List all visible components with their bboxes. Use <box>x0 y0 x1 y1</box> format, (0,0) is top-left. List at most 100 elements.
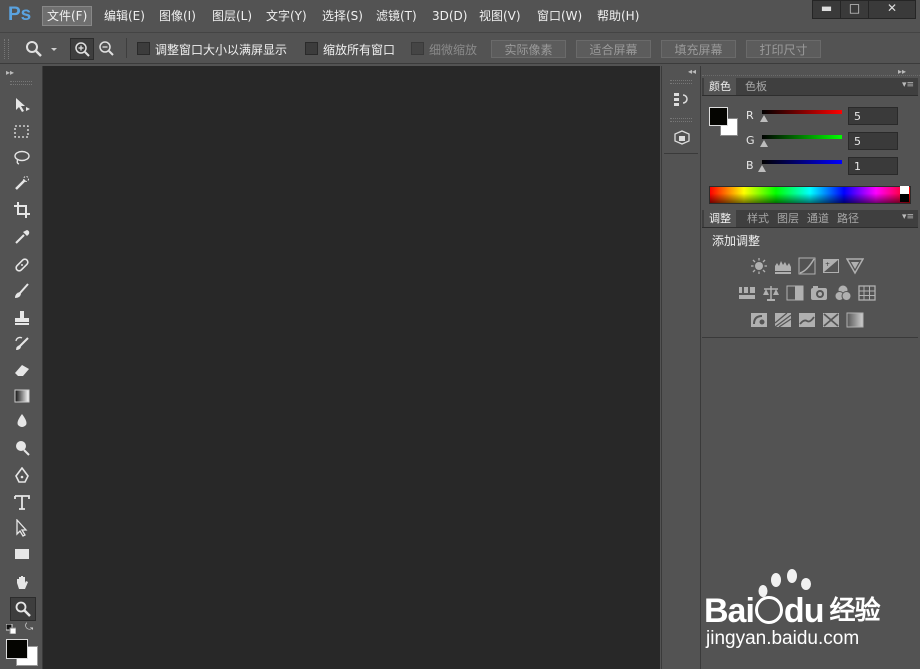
pen-tool[interactable] <box>10 465 34 487</box>
tab-color[interactable]: 颜色 <box>704 78 736 95</box>
hue-saturation-button[interactable] <box>738 284 756 302</box>
fit-screen-button[interactable]: 适合屏幕 <box>576 40 651 58</box>
posterize-button[interactable] <box>774 311 792 329</box>
gradient-tool[interactable] <box>10 385 34 407</box>
menu-image[interactable]: 图像(I) <box>155 7 200 25</box>
photo-filter-button[interactable] <box>810 284 828 302</box>
pen-icon <box>15 467 29 483</box>
menu-filter[interactable]: 滤镜(T) <box>372 7 421 25</box>
tab-paths[interactable]: 路径 <box>832 210 864 227</box>
quick-selection-tool[interactable] <box>10 173 34 195</box>
panel-grip-icon[interactable] <box>10 81 32 85</box>
zoom-tool[interactable] <box>10 597 36 621</box>
menu-help[interactable]: 帮助(H) <box>593 7 643 25</box>
white-swatch[interactable] <box>900 186 909 194</box>
blur-tool[interactable] <box>10 410 34 432</box>
invert-button[interactable] <box>750 311 768 329</box>
threshold-button[interactable] <box>798 311 816 329</box>
panel-menu-icon[interactable]: ▾≡ <box>902 212 914 222</box>
green-value-field[interactable]: 5 <box>848 132 898 150</box>
maximize-button[interactable]: □ <box>840 0 869 19</box>
color-lookup-button[interactable] <box>858 284 876 302</box>
scrubby-zoom-checkbox[interactable] <box>411 42 424 55</box>
brush-tool[interactable] <box>10 280 34 302</box>
black-white-button[interactable] <box>786 284 804 302</box>
vibrance-button[interactable] <box>845 257 865 275</box>
zoom-in-button[interactable] <box>70 38 94 60</box>
blue-slider-thumb[interactable] <box>758 165 766 172</box>
zoom-out-button[interactable] <box>95 38 117 58</box>
swap-colors-icon[interactable]: ⤿ <box>25 622 37 634</box>
green-slider-thumb[interactable] <box>760 140 768 147</box>
zoom-all-checkbox[interactable] <box>305 42 318 55</box>
tab-channels[interactable]: 通道 <box>802 210 834 227</box>
curves-button[interactable] <box>798 257 816 275</box>
foreground-color-swatch[interactable] <box>6 639 28 659</box>
shape-tool[interactable] <box>10 543 34 565</box>
red-slider-thumb[interactable] <box>760 115 768 122</box>
type-tool[interactable] <box>10 491 34 513</box>
menu-3d[interactable]: 3D(D) <box>428 7 471 25</box>
menu-edit[interactable]: 编辑(E) <box>100 7 149 25</box>
lasso-tool[interactable] <box>10 147 34 169</box>
document-canvas[interactable] <box>43 66 660 669</box>
marquee-tool[interactable] <box>10 121 34 143</box>
tab-styles[interactable]: 样式 <box>742 210 774 227</box>
resize-windows-checkbox[interactable] <box>137 42 150 55</box>
red-slider-track[interactable] <box>762 110 842 114</box>
default-colors-icon[interactable] <box>5 623 17 635</box>
selective-color-button[interactable] <box>822 311 840 329</box>
color-balance-button[interactable] <box>762 284 780 302</box>
blue-slider-track[interactable] <box>762 160 842 164</box>
add-adjustment-heading: 添加调整 <box>712 234 761 248</box>
levels-button[interactable] <box>774 257 792 275</box>
history-brush-tool[interactable] <box>10 333 34 355</box>
menu-file[interactable]: 文件(F) <box>42 6 93 26</box>
red-value-field[interactable]: 5 <box>848 107 898 125</box>
gradient-map-button[interactable] <box>846 311 864 329</box>
black-swatch[interactable] <box>900 194 909 202</box>
dodge-tool[interactable] <box>10 437 34 459</box>
color-spectrum-ramp[interactable] <box>709 186 911 204</box>
path-selection-tool[interactable] <box>10 517 34 539</box>
menu-select[interactable]: 选择(S) <box>318 7 367 25</box>
brightness-contrast-button[interactable] <box>750 257 768 275</box>
move-icon <box>16 98 30 112</box>
panel-menu-icon[interactable]: ▾≡ <box>902 80 914 90</box>
panel-grip-icon[interactable] <box>702 75 920 77</box>
dock-grip-icon[interactable] <box>670 118 692 122</box>
menu-view[interactable]: 视图(V) <box>475 7 525 25</box>
hand-tool[interactable] <box>10 572 34 594</box>
blue-value-field[interactable]: 1 <box>848 157 898 175</box>
menu-window[interactable]: 窗口(W) <box>533 7 586 25</box>
properties-icon <box>674 130 690 145</box>
panel-dock: ◂◂ <box>661 66 701 669</box>
print-size-button[interactable]: 打印尺寸 <box>746 40 821 58</box>
green-slider-track[interactable] <box>762 135 842 139</box>
menu-type[interactable]: 文字(Y) <box>262 7 311 25</box>
foreground-color-swatch[interactable] <box>709 107 728 126</box>
properties-panel-button[interactable] <box>673 129 691 147</box>
eyedropper-tool[interactable] <box>10 226 34 248</box>
eraser-tool[interactable] <box>10 359 34 381</box>
exposure-button[interactable]: + <box>822 257 840 275</box>
channel-mixer-button[interactable] <box>834 284 852 302</box>
actual-pixels-button[interactable]: 实际像素 <box>491 40 566 58</box>
tab-layers[interactable]: 图层 <box>772 210 804 227</box>
menu-layer[interactable]: 图层(L) <box>208 7 256 25</box>
grip-icon[interactable] <box>4 39 9 59</box>
close-button[interactable]: ✕ <box>868 0 916 19</box>
tab-swatches[interactable]: 色板 <box>740 78 772 95</box>
tool-preset-picker[interactable] <box>24 39 60 59</box>
minimize-button[interactable]: ▬ <box>812 0 841 19</box>
clone-stamp-tool[interactable] <box>10 307 34 329</box>
dock-grip-icon[interactable] <box>670 80 692 84</box>
move-tool[interactable] <box>10 94 34 116</box>
crop-tool[interactable] <box>10 199 34 221</box>
healing-brush-tool[interactable] <box>10 254 34 276</box>
fill-screen-button[interactable]: 填充屏幕 <box>661 40 736 58</box>
collapse-icon[interactable]: ◂◂ <box>688 67 696 76</box>
expand-icon[interactable]: ▸▸ <box>6 68 14 77</box>
tab-adjustments[interactable]: 调整 <box>704 210 736 227</box>
history-panel-button[interactable] <box>673 90 691 108</box>
